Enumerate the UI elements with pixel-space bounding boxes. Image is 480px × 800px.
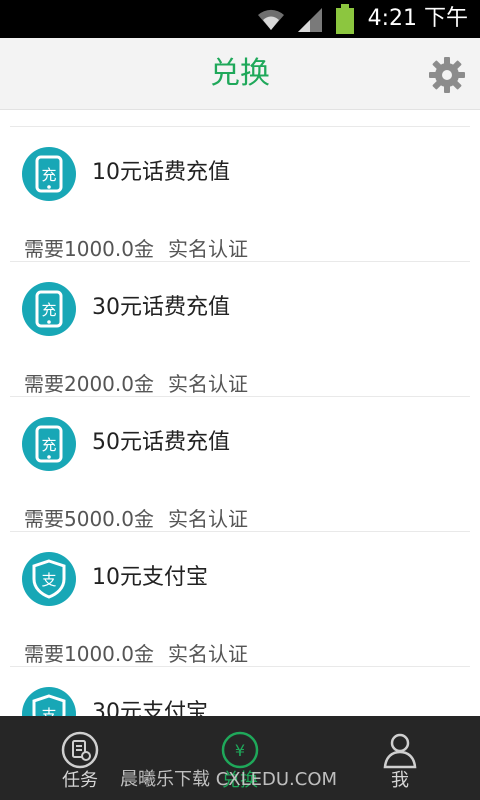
tab-me[interactable]: 我 <box>320 716 480 800</box>
tab-task-label: 任务 <box>62 770 98 791</box>
list-item[interactable]: 支 30元支付宝 <box>0 667 480 716</box>
tab-task[interactable]: 任务 <box>0 716 160 800</box>
gear-icon[interactable] <box>428 56 466 94</box>
item-auth-requirement: 实名认证 <box>168 507 248 531</box>
tab-exchange-label: 兑换 <box>222 770 258 791</box>
tab-me-label: 我 <box>391 770 409 791</box>
list-item[interactable]: 充 50元话费充值 需要5000.0金 实名认证 <box>0 397 480 532</box>
svg-text:支: 支 <box>41 571 56 589</box>
recharge-phone-icon: 充 <box>22 282 76 336</box>
list-item[interactable]: 支 10元支付宝 需要1000.0金 实名认证 <box>0 532 480 667</box>
task-clipboard-icon <box>61 731 99 769</box>
status-bar: 4:21 下午 <box>0 0 480 38</box>
svg-text:充: 充 <box>41 166 56 184</box>
yuan-coin-icon: ¥ <box>221 731 259 769</box>
bottom-tab-bar: 任务 ¥ 兑换 我 晨曦乐下载 CXLEDU.COM <box>0 716 480 800</box>
svg-text:支: 支 <box>41 706 56 716</box>
svg-text:充: 充 <box>41 436 56 454</box>
exchange-list[interactable]: 充 10元话费充值 需要1000.0金 实名认证 充 30元话费充值 需要200… <box>0 110 480 716</box>
item-name: 30元支付宝 <box>92 700 208 716</box>
status-time: 4:21 下午 <box>367 6 468 31</box>
item-cost: 需要2000.0金 <box>24 372 154 396</box>
page-title: 兑换 <box>210 56 270 91</box>
item-name: 30元话费充值 <box>92 295 230 320</box>
item-name: 50元话费充值 <box>92 430 230 455</box>
item-cost: 需要5000.0金 <box>24 507 154 531</box>
signal-icon <box>298 8 322 32</box>
list-item[interactable]: 充 10元话费充值 需要1000.0金 实名认证 <box>0 127 480 262</box>
list-item[interactable]: 充 30元话费充值 需要2000.0金 实名认证 <box>0 262 480 397</box>
wifi-icon <box>258 9 284 30</box>
alipay-shield-icon: 支 <box>22 687 76 716</box>
recharge-phone-icon: 充 <box>22 417 76 471</box>
item-cost: 需要1000.0金 <box>24 642 154 666</box>
item-name: 10元支付宝 <box>92 565 208 590</box>
item-cost: 需要1000.0金 <box>24 237 154 261</box>
recharge-phone-icon: 充 <box>22 147 76 201</box>
svg-text:¥: ¥ <box>235 741 245 760</box>
person-icon <box>383 733 417 769</box>
item-name: 10元话费充值 <box>92 160 230 185</box>
app-header: 兑换 <box>0 38 480 110</box>
alipay-shield-icon: 支 <box>22 552 76 606</box>
tab-exchange[interactable]: ¥ 兑换 <box>160 716 320 800</box>
item-auth-requirement: 实名认证 <box>168 372 248 396</box>
item-auth-requirement: 实名认证 <box>168 642 248 666</box>
svg-text:充: 充 <box>41 301 56 319</box>
item-auth-requirement: 实名认证 <box>168 237 248 261</box>
battery-icon <box>336 4 354 34</box>
